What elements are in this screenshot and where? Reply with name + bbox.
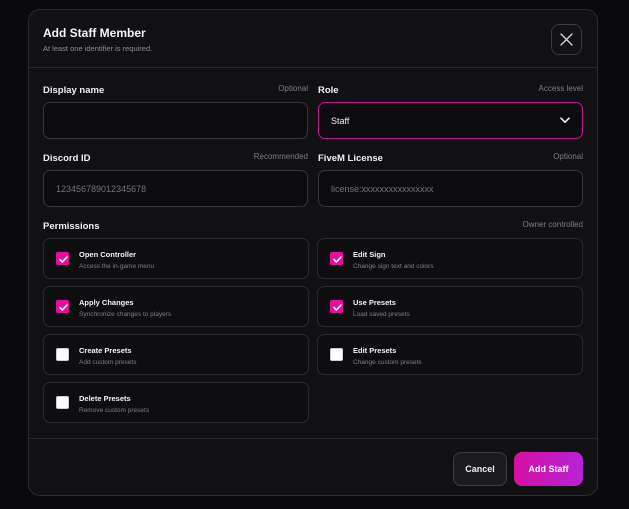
permission-open-controller[interactable]: Open Controller Access the in-game menu bbox=[43, 238, 309, 279]
permission-title: Open Controller bbox=[79, 250, 137, 259]
checkmark-icon bbox=[59, 256, 68, 263]
permission-edit-presets[interactable]: Edit Presets Change custom presets bbox=[317, 334, 583, 375]
permission-description: Access the in-game menu bbox=[79, 263, 155, 270]
permission-title: Delete Presets bbox=[79, 394, 131, 403]
permission-description: Remove custom presets bbox=[79, 407, 150, 414]
cancel-button[interactable]: Cancel bbox=[453, 452, 507, 486]
dialog-title: Add Staff Member bbox=[43, 26, 146, 40]
display-name-hint: Optional bbox=[278, 84, 308, 93]
permission-delete-presets[interactable]: Delete Presets Remove custom presets bbox=[43, 382, 309, 423]
role-select[interactable]: Staff bbox=[318, 102, 583, 139]
display-name-input[interactable] bbox=[43, 102, 308, 139]
dialog-header: Add Staff Member At least one identifier… bbox=[29, 10, 597, 68]
apply-changes-checkbox[interactable] bbox=[56, 300, 69, 313]
permission-description: Load saved presets bbox=[353, 311, 410, 318]
permission-title: Apply Changes bbox=[79, 298, 134, 307]
permission-title: Edit Presets bbox=[353, 346, 397, 355]
discord-id-input[interactable] bbox=[43, 170, 308, 207]
discord-id-label: Discord ID bbox=[43, 153, 91, 164]
role-select-value: Staff bbox=[331, 115, 350, 126]
add-staff-dialog: Add Staff Member At least one identifier… bbox=[28, 9, 598, 496]
delete-presets-checkbox[interactable] bbox=[56, 396, 69, 409]
fivem-license-input[interactable] bbox=[318, 170, 583, 207]
open-controller-checkbox[interactable] bbox=[56, 252, 69, 265]
permissions-hint: Owner controlled bbox=[522, 220, 583, 229]
close-button[interactable] bbox=[551, 24, 582, 55]
permission-title: Edit Sign bbox=[353, 250, 386, 259]
permission-apply-changes[interactable]: Apply Changes Synchronize changes to pla… bbox=[43, 286, 309, 327]
permission-create-presets[interactable]: Create Presets Add custom presets bbox=[43, 334, 309, 375]
dialog-subtitle: At least one identifier is required. bbox=[43, 44, 153, 53]
use-presets-checkbox[interactable] bbox=[330, 300, 343, 313]
fivem-license-hint: Optional bbox=[553, 152, 583, 161]
checkmark-icon bbox=[333, 304, 342, 311]
permissions-label: Permissions bbox=[43, 221, 100, 232]
permission-description: Synchronize changes to players bbox=[79, 311, 172, 318]
edit-presets-checkbox[interactable] bbox=[330, 348, 343, 361]
permission-edit-sign[interactable]: Edit Sign Change sign text and colors bbox=[317, 238, 583, 279]
permission-description: Change sign text and colors bbox=[353, 263, 434, 270]
permission-title: Create Presets bbox=[79, 346, 132, 355]
permission-use-presets[interactable]: Use Presets Load saved presets bbox=[317, 286, 583, 327]
role-hint: Access level bbox=[538, 84, 583, 93]
edit-sign-checkbox[interactable] bbox=[330, 252, 343, 265]
role-label: Role bbox=[318, 85, 339, 96]
add-staff-button[interactable]: Add Staff bbox=[514, 452, 583, 486]
permission-title: Use Presets bbox=[353, 298, 396, 307]
discord-id-hint: Recommended bbox=[253, 152, 308, 161]
chevron-down-icon bbox=[560, 117, 570, 123]
dialog-footer: Cancel Add Staff bbox=[29, 438, 597, 495]
fivem-license-label: FiveM License bbox=[318, 153, 383, 164]
checkmark-icon bbox=[59, 304, 68, 311]
permission-description: Change custom presets bbox=[353, 359, 422, 366]
checkmark-icon bbox=[333, 256, 342, 263]
permission-description: Add custom presets bbox=[79, 359, 137, 366]
close-x-icon bbox=[560, 33, 573, 46]
display-name-label: Display name bbox=[43, 85, 105, 96]
create-presets-checkbox[interactable] bbox=[56, 348, 69, 361]
